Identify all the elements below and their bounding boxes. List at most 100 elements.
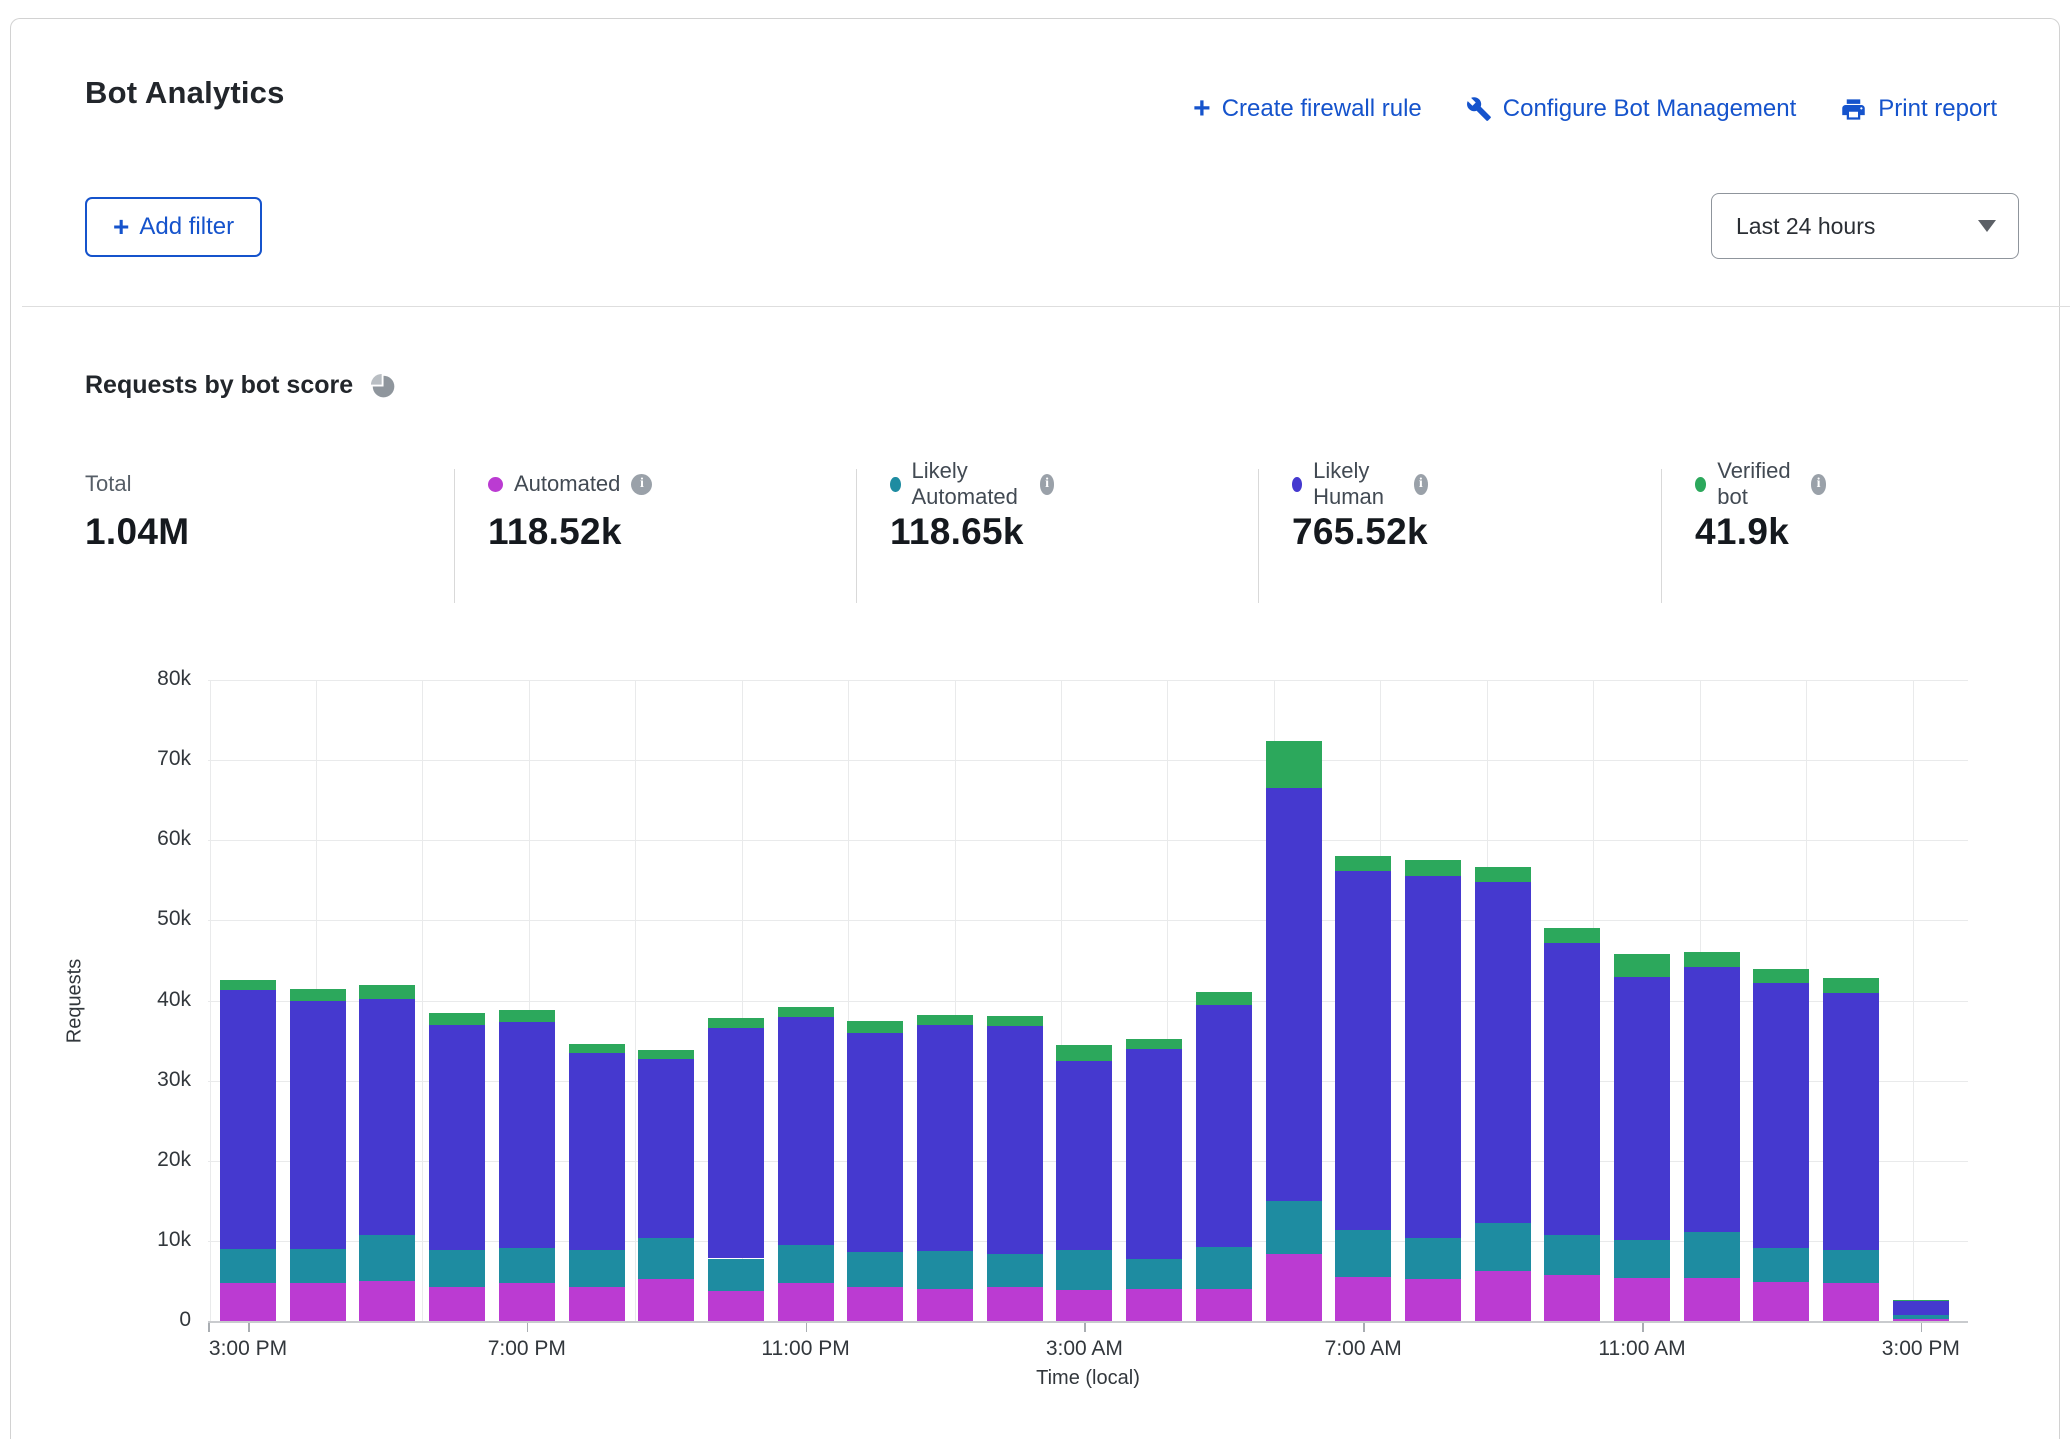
bar-segment-likely_automated[interactable] xyxy=(987,1254,1043,1287)
bar-segment-likely_automated[interactable] xyxy=(1544,1235,1600,1275)
bar-segment-verified_bot[interactable] xyxy=(1823,978,1879,993)
bar-segment-likely_automated[interactable] xyxy=(778,1245,834,1283)
configure-bot-management-link[interactable]: Configure Bot Management xyxy=(1466,95,1797,123)
bar-segment-likely_automated[interactable] xyxy=(1266,1201,1322,1255)
bar-segment-automated[interactable] xyxy=(220,1283,276,1321)
bar-segment-verified_bot[interactable] xyxy=(1126,1039,1182,1049)
bar-segment-likely_automated[interactable] xyxy=(1823,1250,1879,1282)
bar-segment-likely_human[interactable] xyxy=(359,999,415,1235)
bar-segment-likely_human[interactable] xyxy=(1056,1061,1112,1250)
bar-segment-likely_human[interactable] xyxy=(1893,1301,1949,1315)
bar-segment-verified_bot[interactable] xyxy=(638,1050,694,1059)
bar-segment-likely_automated[interactable] xyxy=(917,1251,973,1289)
bar-segment-verified_bot[interactable] xyxy=(569,1044,625,1054)
bar-segment-verified_bot[interactable] xyxy=(290,989,346,1001)
bar-segment-likely_human[interactable] xyxy=(778,1017,834,1245)
bar-segment-verified_bot[interactable] xyxy=(1475,867,1531,881)
bar-segment-likely_human[interactable] xyxy=(638,1059,694,1238)
bar-segment-likely_human[interactable] xyxy=(987,1026,1043,1254)
bar-segment-likely_automated[interactable] xyxy=(1405,1238,1461,1280)
bar-segment-automated[interactable] xyxy=(638,1279,694,1321)
bar-segment-automated[interactable] xyxy=(1335,1277,1391,1321)
bar-segment-automated[interactable] xyxy=(1405,1279,1461,1321)
bar-segment-likely_human[interactable] xyxy=(1544,943,1600,1235)
bar-segment-likely_automated[interactable] xyxy=(1126,1259,1182,1289)
info-icon[interactable]: i xyxy=(1040,474,1055,495)
bar-segment-automated[interactable] xyxy=(569,1287,625,1321)
bar-segment-likely_human[interactable] xyxy=(1126,1049,1182,1259)
bar-segment-likely_human[interactable] xyxy=(1405,876,1461,1237)
bar-segment-likely_human[interactable] xyxy=(1823,993,1879,1250)
bar-segment-verified_bot[interactable] xyxy=(499,1010,555,1022)
bar-segment-verified_bot[interactable] xyxy=(847,1021,903,1032)
bar-segment-likely_human[interactable] xyxy=(1475,882,1531,1223)
info-icon[interactable]: i xyxy=(1414,474,1428,495)
bar-segment-automated[interactable] xyxy=(1544,1275,1600,1321)
bar-segment-verified_bot[interactable] xyxy=(708,1018,764,1028)
bar-segment-automated[interactable] xyxy=(708,1291,764,1321)
bar-segment-automated[interactable] xyxy=(1753,1282,1809,1321)
bar-segment-verified_bot[interactable] xyxy=(987,1016,1043,1026)
bar-segment-likely_human[interactable] xyxy=(499,1022,555,1248)
bar-segment-automated[interactable] xyxy=(1475,1271,1531,1321)
bar-segment-automated[interactable] xyxy=(917,1289,973,1321)
bar-segment-likely_human[interactable] xyxy=(1684,967,1740,1232)
bar-segment-automated[interactable] xyxy=(987,1287,1043,1321)
bar-segment-verified_bot[interactable] xyxy=(220,980,276,990)
bar-segment-automated[interactable] xyxy=(778,1283,834,1321)
bar-segment-verified_bot[interactable] xyxy=(1266,741,1322,788)
bar-segment-verified_bot[interactable] xyxy=(1614,954,1670,977)
bar-segment-automated[interactable] xyxy=(1126,1289,1182,1321)
bar-segment-automated[interactable] xyxy=(1196,1289,1252,1321)
bar-segment-likely_human[interactable] xyxy=(708,1028,764,1259)
bar-segment-likely_automated[interactable] xyxy=(569,1250,625,1287)
bar-segment-verified_bot[interactable] xyxy=(1405,860,1461,876)
bar-segment-automated[interactable] xyxy=(1056,1290,1112,1321)
bar-segment-verified_bot[interactable] xyxy=(1056,1045,1112,1061)
info-icon[interactable]: i xyxy=(631,474,652,495)
bar-segment-likely_human[interactable] xyxy=(1753,983,1809,1248)
bar-segment-likely_automated[interactable] xyxy=(290,1249,346,1283)
bar-segment-verified_bot[interactable] xyxy=(429,1013,485,1026)
bar-segment-automated[interactable] xyxy=(1684,1278,1740,1321)
bar-segment-likely_automated[interactable] xyxy=(1684,1232,1740,1278)
bar-segment-likely_automated[interactable] xyxy=(708,1259,764,1292)
bar-segment-automated[interactable] xyxy=(1823,1283,1879,1321)
bar-segment-likely_human[interactable] xyxy=(1196,1005,1252,1248)
bar-segment-likely_human[interactable] xyxy=(1266,788,1322,1201)
bar-segment-likely_human[interactable] xyxy=(1335,871,1391,1231)
bar-segment-likely_automated[interactable] xyxy=(1893,1315,1949,1318)
bar-segment-likely_automated[interactable] xyxy=(1056,1250,1112,1289)
bar-segment-automated[interactable] xyxy=(359,1281,415,1321)
time-range-select[interactable]: Last 24 hours xyxy=(1711,193,2019,259)
bar-segment-verified_bot[interactable] xyxy=(778,1007,834,1017)
bar-segment-verified_bot[interactable] xyxy=(1753,969,1809,983)
info-icon[interactable]: i xyxy=(1811,474,1827,495)
bar-segment-verified_bot[interactable] xyxy=(1893,1300,1949,1301)
add-filter-button[interactable]: + Add filter xyxy=(85,197,262,257)
bar-segment-verified_bot[interactable] xyxy=(1196,992,1252,1004)
bar-segment-likely_automated[interactable] xyxy=(359,1235,415,1281)
bar-segment-automated[interactable] xyxy=(499,1283,555,1321)
bar-segment-verified_bot[interactable] xyxy=(917,1015,973,1025)
bar-segment-likely_human[interactable] xyxy=(1614,977,1670,1240)
print-report-link[interactable]: Print report xyxy=(1840,95,1997,123)
bar-segment-likely_human[interactable] xyxy=(290,1001,346,1249)
bar-segment-automated[interactable] xyxy=(1266,1254,1322,1321)
bar-segment-likely_automated[interactable] xyxy=(1614,1240,1670,1278)
bar-segment-verified_bot[interactable] xyxy=(1544,928,1600,942)
bar-segment-likely_human[interactable] xyxy=(847,1033,903,1253)
bar-segment-likely_automated[interactable] xyxy=(847,1252,903,1286)
bar-segment-verified_bot[interactable] xyxy=(1335,856,1391,870)
bar-segment-verified_bot[interactable] xyxy=(1684,952,1740,966)
bar-segment-likely_automated[interactable] xyxy=(1753,1248,1809,1282)
bar-segment-verified_bot[interactable] xyxy=(359,985,415,999)
bar-segment-likely_automated[interactable] xyxy=(1335,1230,1391,1276)
bar-segment-likely_automated[interactable] xyxy=(220,1249,276,1283)
bar-segment-likely_automated[interactable] xyxy=(429,1250,485,1286)
bar-segment-automated[interactable] xyxy=(1614,1278,1670,1321)
bar-segment-automated[interactable] xyxy=(290,1283,346,1321)
bar-segment-likely_automated[interactable] xyxy=(1475,1223,1531,1270)
bar-segment-likely_human[interactable] xyxy=(569,1053,625,1249)
bar-segment-automated[interactable] xyxy=(429,1287,485,1321)
